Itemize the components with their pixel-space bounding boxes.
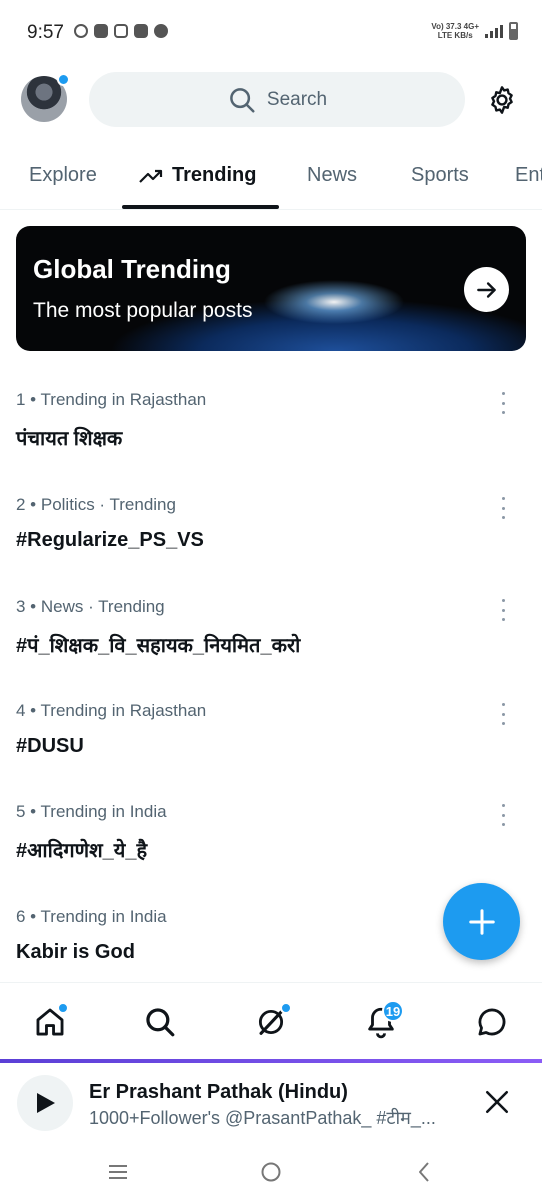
trend-meta: 4 • Trending in Rajasthan (16, 701, 207, 720)
app-l-icon (134, 24, 148, 38)
trending-up-icon (139, 169, 163, 183)
more-options-icon[interactable] (498, 497, 508, 519)
active-tab-indicator (122, 205, 279, 209)
avatar-notification-dot (57, 73, 70, 86)
trend-item[interactable]: 1 • Trending in Rajasthan पंचायत शिक्षक (0, 390, 542, 490)
network-speed: Vo) 37.3 4G+ (431, 22, 479, 31)
close-icon[interactable] (484, 1089, 510, 1115)
instagram-icon (114, 24, 128, 38)
recent-apps-icon[interactable] (106, 1160, 130, 1184)
search-nav-icon[interactable] (143, 1005, 177, 1039)
signal-icon (485, 24, 503, 38)
tab-sports[interactable]: Sports (411, 164, 469, 187)
trend-meta: 5 • Trending in India (16, 802, 167, 821)
explore-tabs: Explore Trending News Sports Ent (0, 150, 542, 210)
trend-meta: 2 • Politics · Trending (16, 495, 176, 514)
trend-meta: 6 • Trending in India (16, 907, 167, 926)
status-indicators: Vo) 37.3 4G+ LTE KB/s (431, 22, 518, 40)
more-options-icon[interactable] (498, 804, 508, 826)
tab-trending-label: Trending (172, 164, 257, 186)
more-options-icon[interactable] (498, 703, 508, 725)
trend-title: #पं_शिक्षक_वि_सहायक_नियमित_करो (16, 635, 301, 657)
more-options-icon[interactable] (498, 599, 508, 621)
trend-title: पंचायत शिक्षक (16, 428, 123, 450)
notification-count-badge: 19 (382, 1000, 404, 1022)
status-time: 9:57 (27, 22, 64, 43)
more-options-icon[interactable] (498, 392, 508, 414)
network-info: Vo) 37.3 4G+ LTE KB/s (431, 22, 479, 40)
arrow-right-icon (476, 281, 496, 298)
trend-item[interactable]: 4 • Trending in Rajasthan #DUSU (0, 701, 542, 801)
trend-item[interactable]: 3 • News · Trending #पं_शिक्षक_वि_सहायक_… (0, 597, 542, 697)
tab-explore[interactable]: Explore (29, 164, 97, 187)
trend-title: #आदिगणेश_ये_है (16, 840, 148, 862)
trend-item[interactable]: 5 • Trending in India #आदिगणेश_ये_है (0, 802, 542, 902)
mini-player[interactable]: Er Prashant Pathak (Hindu) 1000+Follower… (0, 1063, 542, 1150)
search-placeholder: Search (266, 88, 328, 110)
facebook-icon (154, 24, 168, 38)
tab-news[interactable]: News (307, 164, 357, 187)
tab-trending[interactable]: Trending (138, 164, 256, 187)
trend-title: Kabir is God (16, 941, 135, 963)
message-icon (94, 24, 108, 38)
play-icon (37, 1093, 55, 1113)
bottom-navigation: 19 (0, 982, 542, 1060)
messages-icon[interactable] (475, 1005, 509, 1039)
trend-item[interactable]: 2 • Politics · Trending #Regularize_PS_V… (0, 495, 542, 595)
plus-icon (468, 908, 495, 935)
status-app-icons (74, 24, 168, 38)
trend-meta: 1 • Trending in Rajasthan (16, 390, 207, 409)
player-title: Er Prashant Pathak (Hindu) (89, 1081, 348, 1103)
banner-title: Global Trending (33, 254, 231, 284)
banner-arrow-button[interactable] (464, 267, 509, 312)
grok-notification-dot (280, 1002, 292, 1014)
search-icon (230, 87, 255, 112)
compose-post-button[interactable] (443, 883, 520, 960)
player-subtitle: 1000+Follower's @PrasantPathak_ #टीम_... (89, 1108, 436, 1128)
back-icon[interactable] (413, 1160, 437, 1184)
home-circle-icon[interactable] (259, 1160, 283, 1184)
settings-gear-icon[interactable] (486, 84, 518, 116)
trend-title: #DUSU (16, 735, 84, 757)
tab-entertainment[interactable]: Ent (515, 164, 542, 187)
trend-meta: 3 • News · Trending (16, 597, 165, 616)
status-bar: 9:57 Vo) 37.3 4G+ LTE KB/s (0, 0, 542, 62)
whatsapp-icon (74, 24, 88, 38)
system-navigation-bar (0, 1150, 542, 1200)
network-type: LTE KB/s (437, 31, 473, 40)
battery-icon (509, 22, 518, 40)
trend-title: #Regularize_PS_VS (16, 529, 204, 551)
global-trending-banner[interactable]: Global Trending The most popular posts (16, 226, 526, 351)
search-bar[interactable]: Search (89, 72, 465, 127)
banner-subtitle: The most popular posts (33, 299, 253, 322)
home-notification-dot (57, 1002, 69, 1014)
play-button[interactable] (17, 1075, 73, 1131)
